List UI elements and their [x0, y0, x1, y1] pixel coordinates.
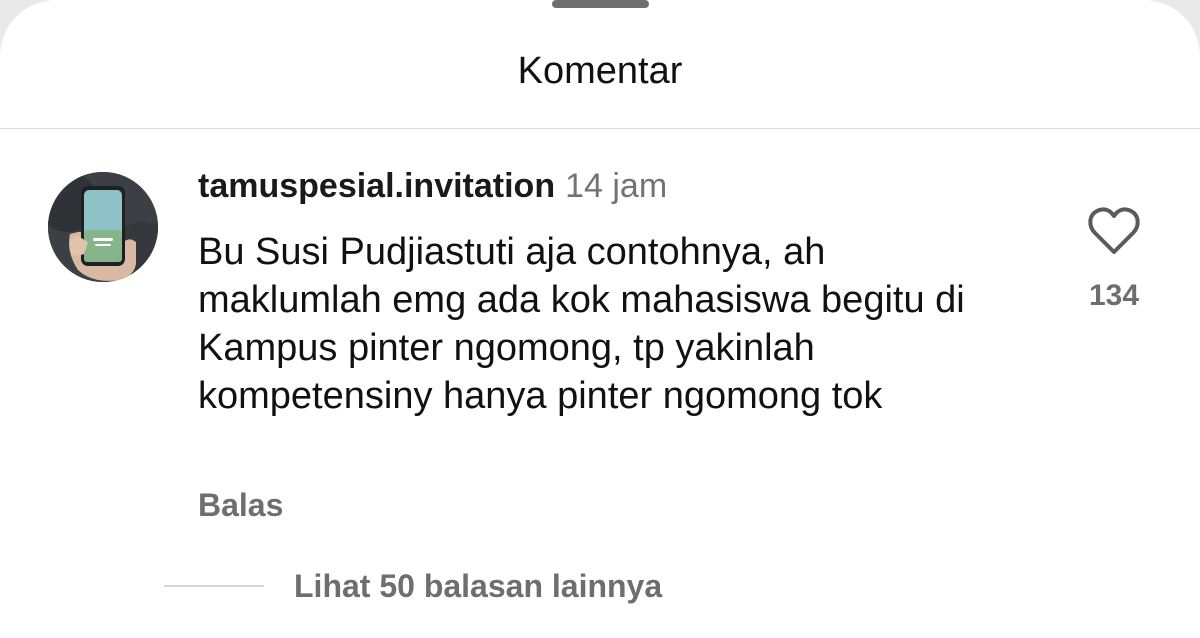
sheet-title: Komentar [517, 50, 683, 92]
avatar-image [48, 172, 158, 282]
avatar[interactable] [48, 172, 158, 282]
heart-outline-icon[interactable] [1087, 206, 1141, 256]
view-replies-label: Lihat 50 balasan lainnya [294, 568, 663, 604]
comments-sheet: Komentar tamuspesial.invitation 14 jam Bu… [0, 0, 1200, 638]
comment-header: tamuspesial.invitation 14 jam [198, 164, 667, 208]
username[interactable]: tamuspesial.invitation [198, 167, 555, 205]
view-replies-button[interactable]: Lihat 50 balasan lainnya [164, 564, 662, 608]
like-count: 134 [1088, 279, 1140, 312]
comment-time: 14 jam [565, 167, 668, 205]
drag-handle[interactable] [552, 0, 649, 8]
like-block: 134 [1076, 206, 1152, 314]
comment-text: Bu Susi Pudjiastuti aja contohnya, ah ma… [198, 231, 965, 417]
replies-line [164, 585, 264, 587]
header-divider [0, 128, 1200, 129]
reply-button[interactable]: Balas [198, 484, 283, 526]
